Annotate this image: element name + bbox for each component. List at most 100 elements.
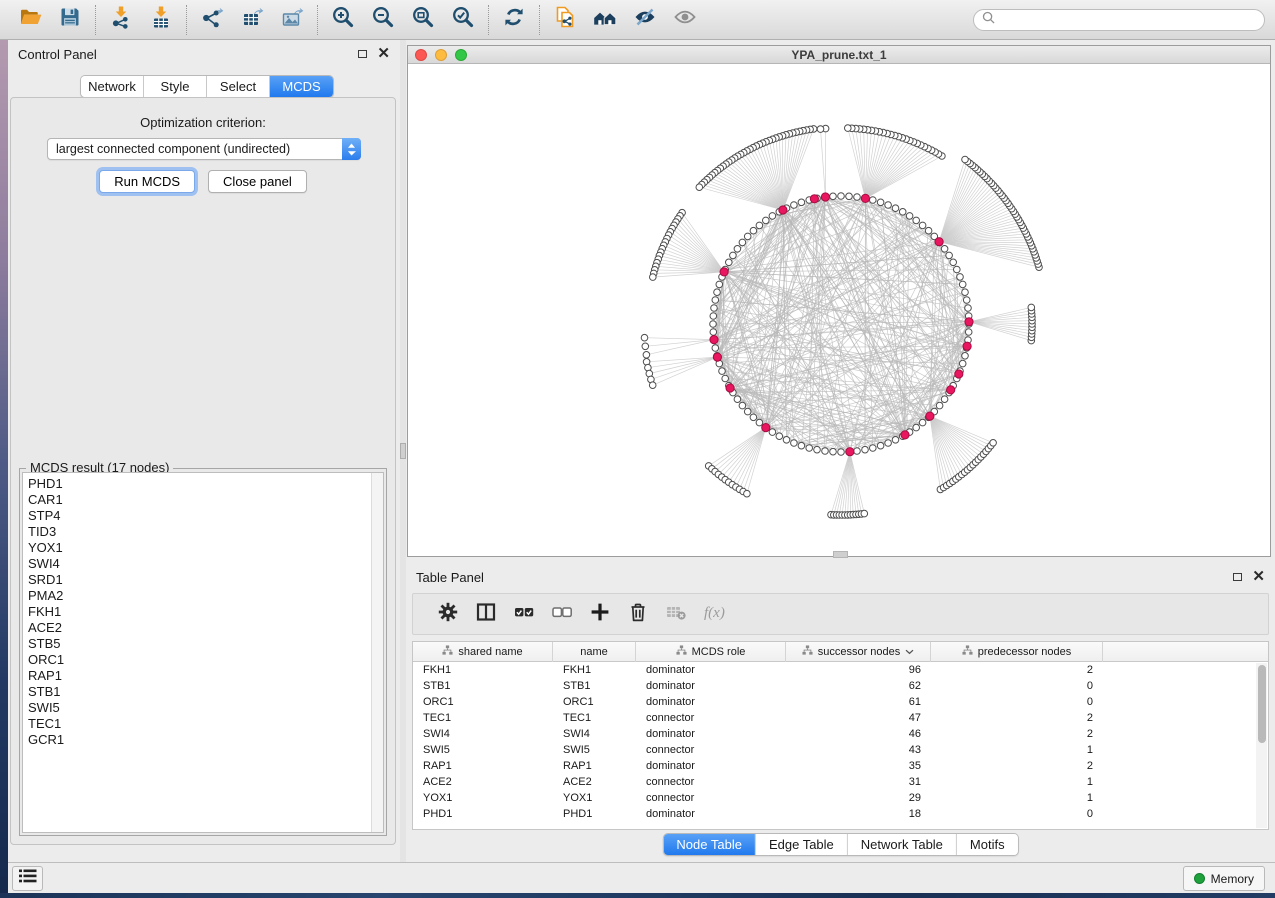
zoom-out-button[interactable] — [363, 4, 403, 36]
run-mcds-button[interactable]: Run MCDS — [99, 170, 195, 193]
table-row[interactable]: STB1STB1dominator620 — [413, 678, 1268, 694]
table-row[interactable]: ORC1ORC1dominator610 — [413, 694, 1268, 710]
cell-successor-nodes[interactable]: 61 — [786, 694, 931, 710]
network-canvas[interactable] — [408, 64, 1270, 556]
update-view-button[interactable] — [494, 4, 534, 36]
float-table-panel-icon[interactable] — [1233, 573, 1242, 581]
cell-name[interactable]: PHD1 — [553, 806, 636, 822]
column-header-name[interactable]: name — [553, 642, 636, 662]
mcds-result-list[interactable]: PHD1CAR1STP4TID3YOX1SWI4SRD1PMA2FKH1ACE2… — [22, 472, 384, 833]
zoom-selected-button[interactable] — [443, 4, 483, 36]
cell-predecessor-nodes[interactable]: 0 — [931, 694, 1103, 710]
cell-shared-name[interactable]: TEC1 — [413, 710, 553, 726]
select-all-rows-button[interactable] — [505, 597, 543, 631]
mcds-result-item[interactable]: YOX1 — [28, 540, 371, 556]
cell-MCDS-role[interactable]: dominator — [636, 758, 786, 774]
cell-predecessor-nodes[interactable]: 0 — [931, 806, 1103, 822]
network-window-titlebar[interactable]: YPA_prune.txt_1 — [408, 46, 1270, 64]
cell-shared-name[interactable]: STB1 — [413, 678, 553, 694]
table-vertical-scrollbar[interactable] — [1256, 663, 1267, 828]
table-row[interactable]: ACE2ACE2connector311 — [413, 774, 1268, 790]
search-box[interactable] — [973, 9, 1265, 31]
import-table-button[interactable] — [141, 4, 181, 36]
mcds-result-item[interactable]: TID3 — [28, 524, 371, 540]
export-table-button[interactable] — [232, 4, 272, 36]
delete-columns-button[interactable] — [619, 597, 657, 631]
memory-button[interactable]: Memory — [1183, 866, 1265, 891]
cell-predecessor-nodes[interactable]: 1 — [931, 790, 1103, 806]
mcds-result-scrollbar[interactable] — [371, 473, 383, 832]
mcds-result-item[interactable]: TEC1 — [28, 716, 371, 732]
cell-MCDS-role[interactable]: dominator — [636, 726, 786, 742]
cell-predecessor-nodes[interactable]: 2 — [931, 710, 1103, 726]
cell-successor-nodes[interactable]: 35 — [786, 758, 931, 774]
table-row[interactable]: FKH1FKH1dominator962 — [413, 662, 1268, 678]
search-input[interactable] — [1000, 13, 1256, 27]
cell-predecessor-nodes[interactable]: 2 — [931, 726, 1103, 742]
table-settings-button[interactable] — [429, 597, 467, 631]
cell-successor-nodes[interactable]: 18 — [786, 806, 931, 822]
mcds-result-item[interactable]: RAP1 — [28, 668, 371, 684]
mcds-result-item[interactable]: PMA2 — [28, 588, 371, 604]
export-image-button[interactable] — [272, 4, 312, 36]
column-header-shared-name[interactable]: shared name — [413, 642, 553, 662]
tab-node-table[interactable]: Node Table — [663, 834, 756, 855]
cell-predecessor-nodes[interactable]: 1 — [931, 774, 1103, 790]
mcds-result-item[interactable]: PHD1 — [28, 476, 371, 492]
first-neighbors-button[interactable] — [585, 4, 625, 36]
cell-successor-nodes[interactable]: 43 — [786, 742, 931, 758]
cell-predecessor-nodes[interactable]: 1 — [931, 742, 1103, 758]
cell-shared-name[interactable]: ORC1 — [413, 694, 553, 710]
table-row[interactable]: RAP1RAP1dominator352 — [413, 758, 1268, 774]
tab-motifs[interactable]: Motifs — [957, 834, 1018, 855]
float-panel-icon[interactable] — [358, 50, 367, 58]
show-panels-list-button[interactable] — [12, 866, 43, 891]
cell-predecessor-nodes[interactable]: 2 — [931, 662, 1103, 678]
cell-shared-name[interactable]: ACE2 — [413, 774, 553, 790]
cell-MCDS-role[interactable]: connector — [636, 790, 786, 806]
cell-predecessor-nodes[interactable]: 0 — [931, 678, 1103, 694]
cell-successor-nodes[interactable]: 29 — [786, 790, 931, 806]
tab-network-table[interactable]: Network Table — [848, 834, 957, 855]
mcds-result-item[interactable]: SWI5 — [28, 700, 371, 716]
cell-MCDS-role[interactable]: connector — [636, 742, 786, 758]
mcds-result-item[interactable]: FKH1 — [28, 604, 371, 620]
deselect-all-rows-button[interactable] — [543, 597, 581, 631]
tab-select[interactable]: Select — [207, 76, 270, 97]
import-network-button[interactable] — [101, 4, 141, 36]
close-panel-button[interactable]: Close panel — [208, 170, 307, 193]
cell-shared-name[interactable]: SWI5 — [413, 742, 553, 758]
column-header-MCDS-role[interactable]: MCDS role — [636, 642, 786, 662]
table-row[interactable]: YOX1YOX1connector291 — [413, 790, 1268, 806]
zoom-fit-button[interactable] — [403, 4, 443, 36]
table-row[interactable]: SWI4SWI4dominator462 — [413, 726, 1268, 742]
table-row[interactable]: SWI5SWI5connector431 — [413, 742, 1268, 758]
cell-successor-nodes[interactable]: 46 — [786, 726, 931, 742]
open-session-button[interactable] — [10, 4, 50, 36]
add-column-button[interactable] — [581, 597, 619, 631]
cell-shared-name[interactable]: FKH1 — [413, 662, 553, 678]
column-header-successor-nodes[interactable]: successor nodes — [786, 642, 931, 662]
tab-style[interactable]: Style — [144, 76, 207, 97]
cell-shared-name[interactable]: PHD1 — [413, 806, 553, 822]
cell-name[interactable]: STB1 — [553, 678, 636, 694]
toggle-columns-button[interactable] — [467, 597, 505, 631]
cell-successor-nodes[interactable]: 31 — [786, 774, 931, 790]
optimization-criterion-select[interactable]: largest connected component (undirected) — [47, 138, 361, 160]
cell-shared-name[interactable]: SWI4 — [413, 726, 553, 742]
cell-shared-name[interactable]: YOX1 — [413, 790, 553, 806]
cell-name[interactable]: YOX1 — [553, 790, 636, 806]
mcds-result-item[interactable]: STP4 — [28, 508, 371, 524]
cell-name[interactable]: FKH1 — [553, 662, 636, 678]
cell-name[interactable]: ACE2 — [553, 774, 636, 790]
table-scrollbar-thumb[interactable] — [1258, 665, 1266, 743]
cell-name[interactable]: SWI4 — [553, 726, 636, 742]
mcds-result-item[interactable]: GCR1 — [28, 732, 371, 748]
new-network-from-selection-button[interactable] — [545, 4, 585, 36]
cell-name[interactable]: ORC1 — [553, 694, 636, 710]
cell-name[interactable]: TEC1 — [553, 710, 636, 726]
cell-MCDS-role[interactable]: dominator — [636, 694, 786, 710]
cell-MCDS-role[interactable]: dominator — [636, 678, 786, 694]
tab-edge-table[interactable]: Edge Table — [756, 834, 848, 855]
column-header-predecessor-nodes[interactable]: predecessor nodes — [931, 642, 1103, 662]
